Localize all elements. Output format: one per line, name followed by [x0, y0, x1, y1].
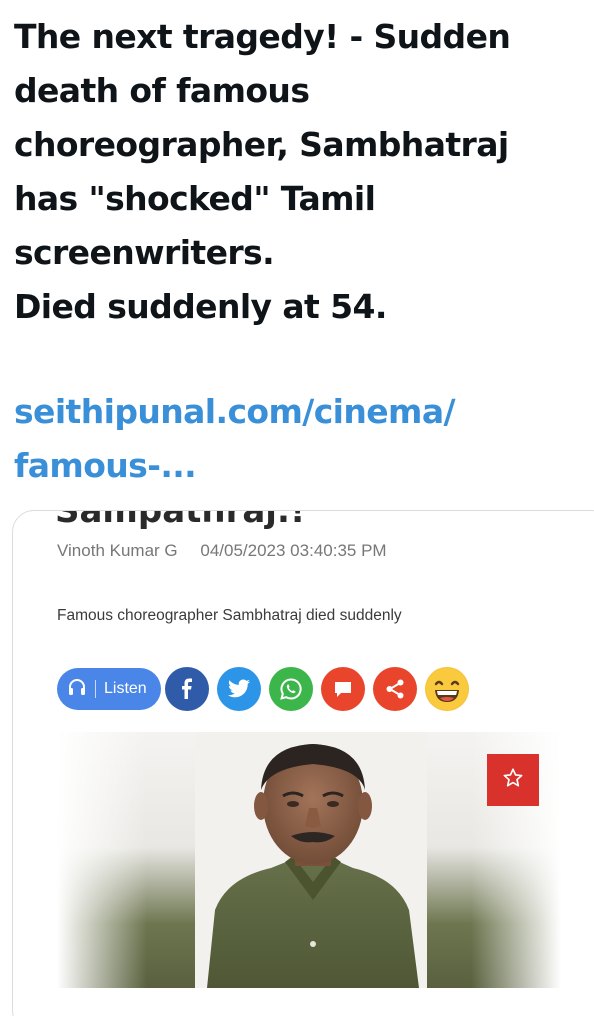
post-text-line: choreographer, Sambhatraj	[14, 125, 509, 164]
article-link-line: famous-...	[14, 446, 197, 485]
share-toolbar: Listen	[57, 665, 477, 713]
article-link-line: seithipunal.com/cinema/	[14, 392, 456, 431]
headphones-icon	[67, 678, 87, 701]
share-icon	[384, 678, 406, 700]
post-text-line: Died suddenly at 54.	[14, 287, 387, 326]
whatsapp-share-button[interactable]	[268, 667, 313, 711]
share-button[interactable]	[372, 667, 417, 711]
post-text-line: has "shocked" Tamil	[14, 179, 376, 218]
link-preview-card[interactable]: Sampathraj.! Vinoth Kumar G 04/05/2023 0…	[12, 510, 594, 1016]
author-name: Vinoth Kumar G	[57, 541, 178, 560]
comment-icon	[333, 679, 353, 699]
post-text-line: screenwriters.	[14, 233, 275, 272]
post-text: The next tragedy! - Sudden death of famo…	[14, 10, 584, 334]
article-summary: Famous choreographer Sambhatraj died sud…	[57, 607, 402, 624]
comment-button[interactable]	[320, 667, 365, 711]
publish-datetime: 04/05/2023 03:40:35 PM	[200, 541, 387, 560]
post-text-line: death of famous	[14, 71, 310, 110]
twitter-share-button[interactable]	[216, 667, 261, 711]
article-photo	[57, 732, 561, 988]
portrait-photo	[57, 732, 561, 988]
listen-button[interactable]: Listen	[57, 668, 161, 710]
reaction-button[interactable]	[424, 667, 469, 711]
article-link[interactable]: seithipunal.com/cinema/ famous-...	[14, 385, 584, 493]
twitter-icon	[227, 679, 251, 699]
whatsapp-icon	[279, 677, 303, 701]
divider	[95, 680, 96, 698]
laughing-emoji-icon	[425, 667, 469, 711]
facebook-icon	[177, 678, 197, 700]
star-icon	[502, 767, 524, 794]
article-meta: Vinoth Kumar G 04/05/2023 03:40:35 PM	[57, 541, 387, 561]
listen-label: Listen	[104, 680, 147, 697]
article-title-cropped: Sampathraj.!	[55, 510, 306, 531]
facebook-share-button[interactable]	[164, 667, 209, 711]
post-text-line: The next tragedy! - Sudden	[14, 17, 511, 56]
favorite-button[interactable]	[487, 754, 539, 806]
